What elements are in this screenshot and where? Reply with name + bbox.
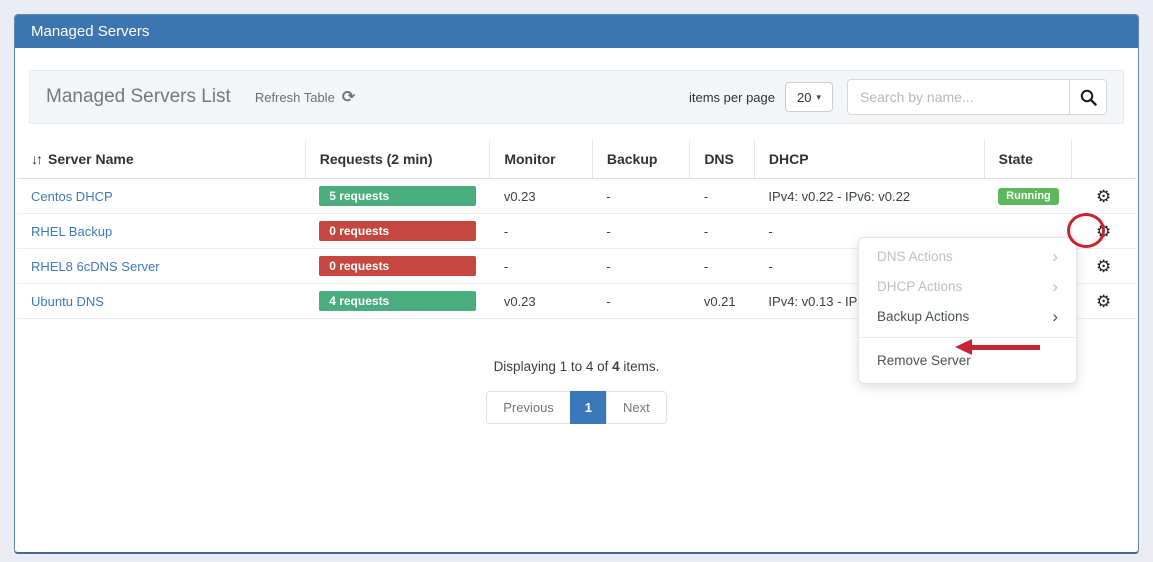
state-badge: Running	[998, 188, 1059, 205]
requests-badge: 0 requests	[319, 256, 476, 276]
cell-dns: -	[690, 179, 755, 214]
server-name-link[interactable]: RHEL Backup	[17, 214, 305, 249]
gear-icon[interactable]: ⚙	[1096, 257, 1111, 276]
refresh-table-button[interactable]: Refresh Table ⟳	[255, 87, 355, 107]
column-header-monitor: Monitor	[490, 140, 593, 179]
requests-badge: 5 requests	[319, 186, 476, 206]
cell-backup: -	[592, 284, 689, 319]
cell-requests: 5 requests	[305, 179, 490, 214]
search-button[interactable]	[1069, 79, 1107, 115]
menu-item-backup-actions[interactable]: Backup Actions ›	[859, 301, 1076, 331]
page-1-button[interactable]: 1	[570, 391, 607, 424]
items-per-page-label: items per page	[689, 90, 775, 105]
cell-requests: 0 requests	[305, 249, 490, 284]
gear-icon[interactable]: ⚙	[1096, 187, 1111, 206]
panel-title: Managed Servers	[15, 15, 1138, 48]
cell-backup: -	[592, 179, 689, 214]
pagination: Previous 1 Next	[29, 391, 1124, 424]
menu-item-dns-actions[interactable]: DNS Actions ›	[859, 241, 1076, 271]
column-header-actions	[1071, 140, 1136, 179]
gear-icon[interactable]: ⚙	[1096, 292, 1111, 311]
cell-dns: v0.21	[690, 284, 755, 319]
requests-badge: 0 requests	[319, 221, 476, 241]
column-header-dhcp: DHCP	[754, 140, 984, 179]
search-input[interactable]	[847, 79, 1069, 115]
cell-requests: 0 requests	[305, 214, 490, 249]
cell-backup: -	[592, 214, 689, 249]
search-icon	[1080, 89, 1097, 106]
server-name-link[interactable]: Ubuntu DNS	[17, 284, 305, 319]
caret-down-icon: ▾	[816, 92, 821, 103]
cell-dhcp: IPv4: v0.22 - IPv6: v0.22	[754, 179, 984, 214]
column-header-server-name[interactable]: ↓↑Server Name	[17, 140, 305, 179]
cell-actions: ⚙	[1071, 284, 1136, 319]
items-per-page-value: 20	[797, 90, 811, 105]
requests-badge: 4 requests	[319, 291, 476, 311]
cell-monitor: -	[490, 249, 593, 284]
column-header-backup: Backup	[592, 140, 689, 179]
table-toolbar: Managed Servers List Refresh Table ⟳ ite…	[29, 70, 1124, 124]
server-name-link[interactable]: Centos DHCP	[17, 179, 305, 214]
server-actions-menu: DNS Actions › DHCP Actions › Backup Acti…	[858, 237, 1077, 384]
cell-monitor: -	[490, 214, 593, 249]
menu-item-dhcp-actions[interactable]: DHCP Actions ›	[859, 271, 1076, 301]
column-header-state: State	[984, 140, 1071, 179]
cell-actions: ⚙	[1071, 249, 1136, 284]
cell-state: Running	[984, 179, 1071, 214]
cell-monitor: v0.23	[490, 284, 593, 319]
menu-divider	[859, 337, 1076, 338]
server-name-link[interactable]: RHEL8 6cDNS Server	[17, 249, 305, 284]
chevron-right-icon: ›	[1052, 278, 1058, 295]
menu-item-remove-server[interactable]: Remove Server	[859, 344, 1076, 378]
gear-icon[interactable]: ⚙	[1096, 222, 1111, 241]
cell-dns: -	[690, 214, 755, 249]
cell-actions: ⚙	[1071, 214, 1136, 249]
previous-page-button[interactable]: Previous	[486, 391, 571, 424]
cell-actions: ⚙	[1071, 179, 1136, 214]
table-row: Centos DHCP 5 requests v0.23 - - IPv4: v…	[17, 179, 1136, 214]
cell-backup: -	[592, 249, 689, 284]
next-page-button[interactable]: Next	[606, 391, 667, 424]
cell-monitor: v0.23	[490, 179, 593, 214]
column-header-dns: DNS	[690, 140, 755, 179]
cell-requests: 4 requests	[305, 284, 490, 319]
chevron-right-icon: ›	[1052, 308, 1058, 325]
list-title: Managed Servers List	[46, 86, 231, 108]
refresh-icon: ⟳	[342, 87, 355, 107]
sort-icon: ↓↑	[31, 151, 41, 167]
refresh-table-label: Refresh Table	[255, 90, 335, 105]
table-header-row: ↓↑Server Name Requests (2 min) Monitor B…	[17, 140, 1136, 179]
chevron-right-icon: ›	[1052, 248, 1058, 265]
cell-dns: -	[690, 249, 755, 284]
column-header-requests: Requests (2 min)	[305, 140, 490, 179]
items-per-page-select[interactable]: 20 ▾	[785, 82, 833, 112]
